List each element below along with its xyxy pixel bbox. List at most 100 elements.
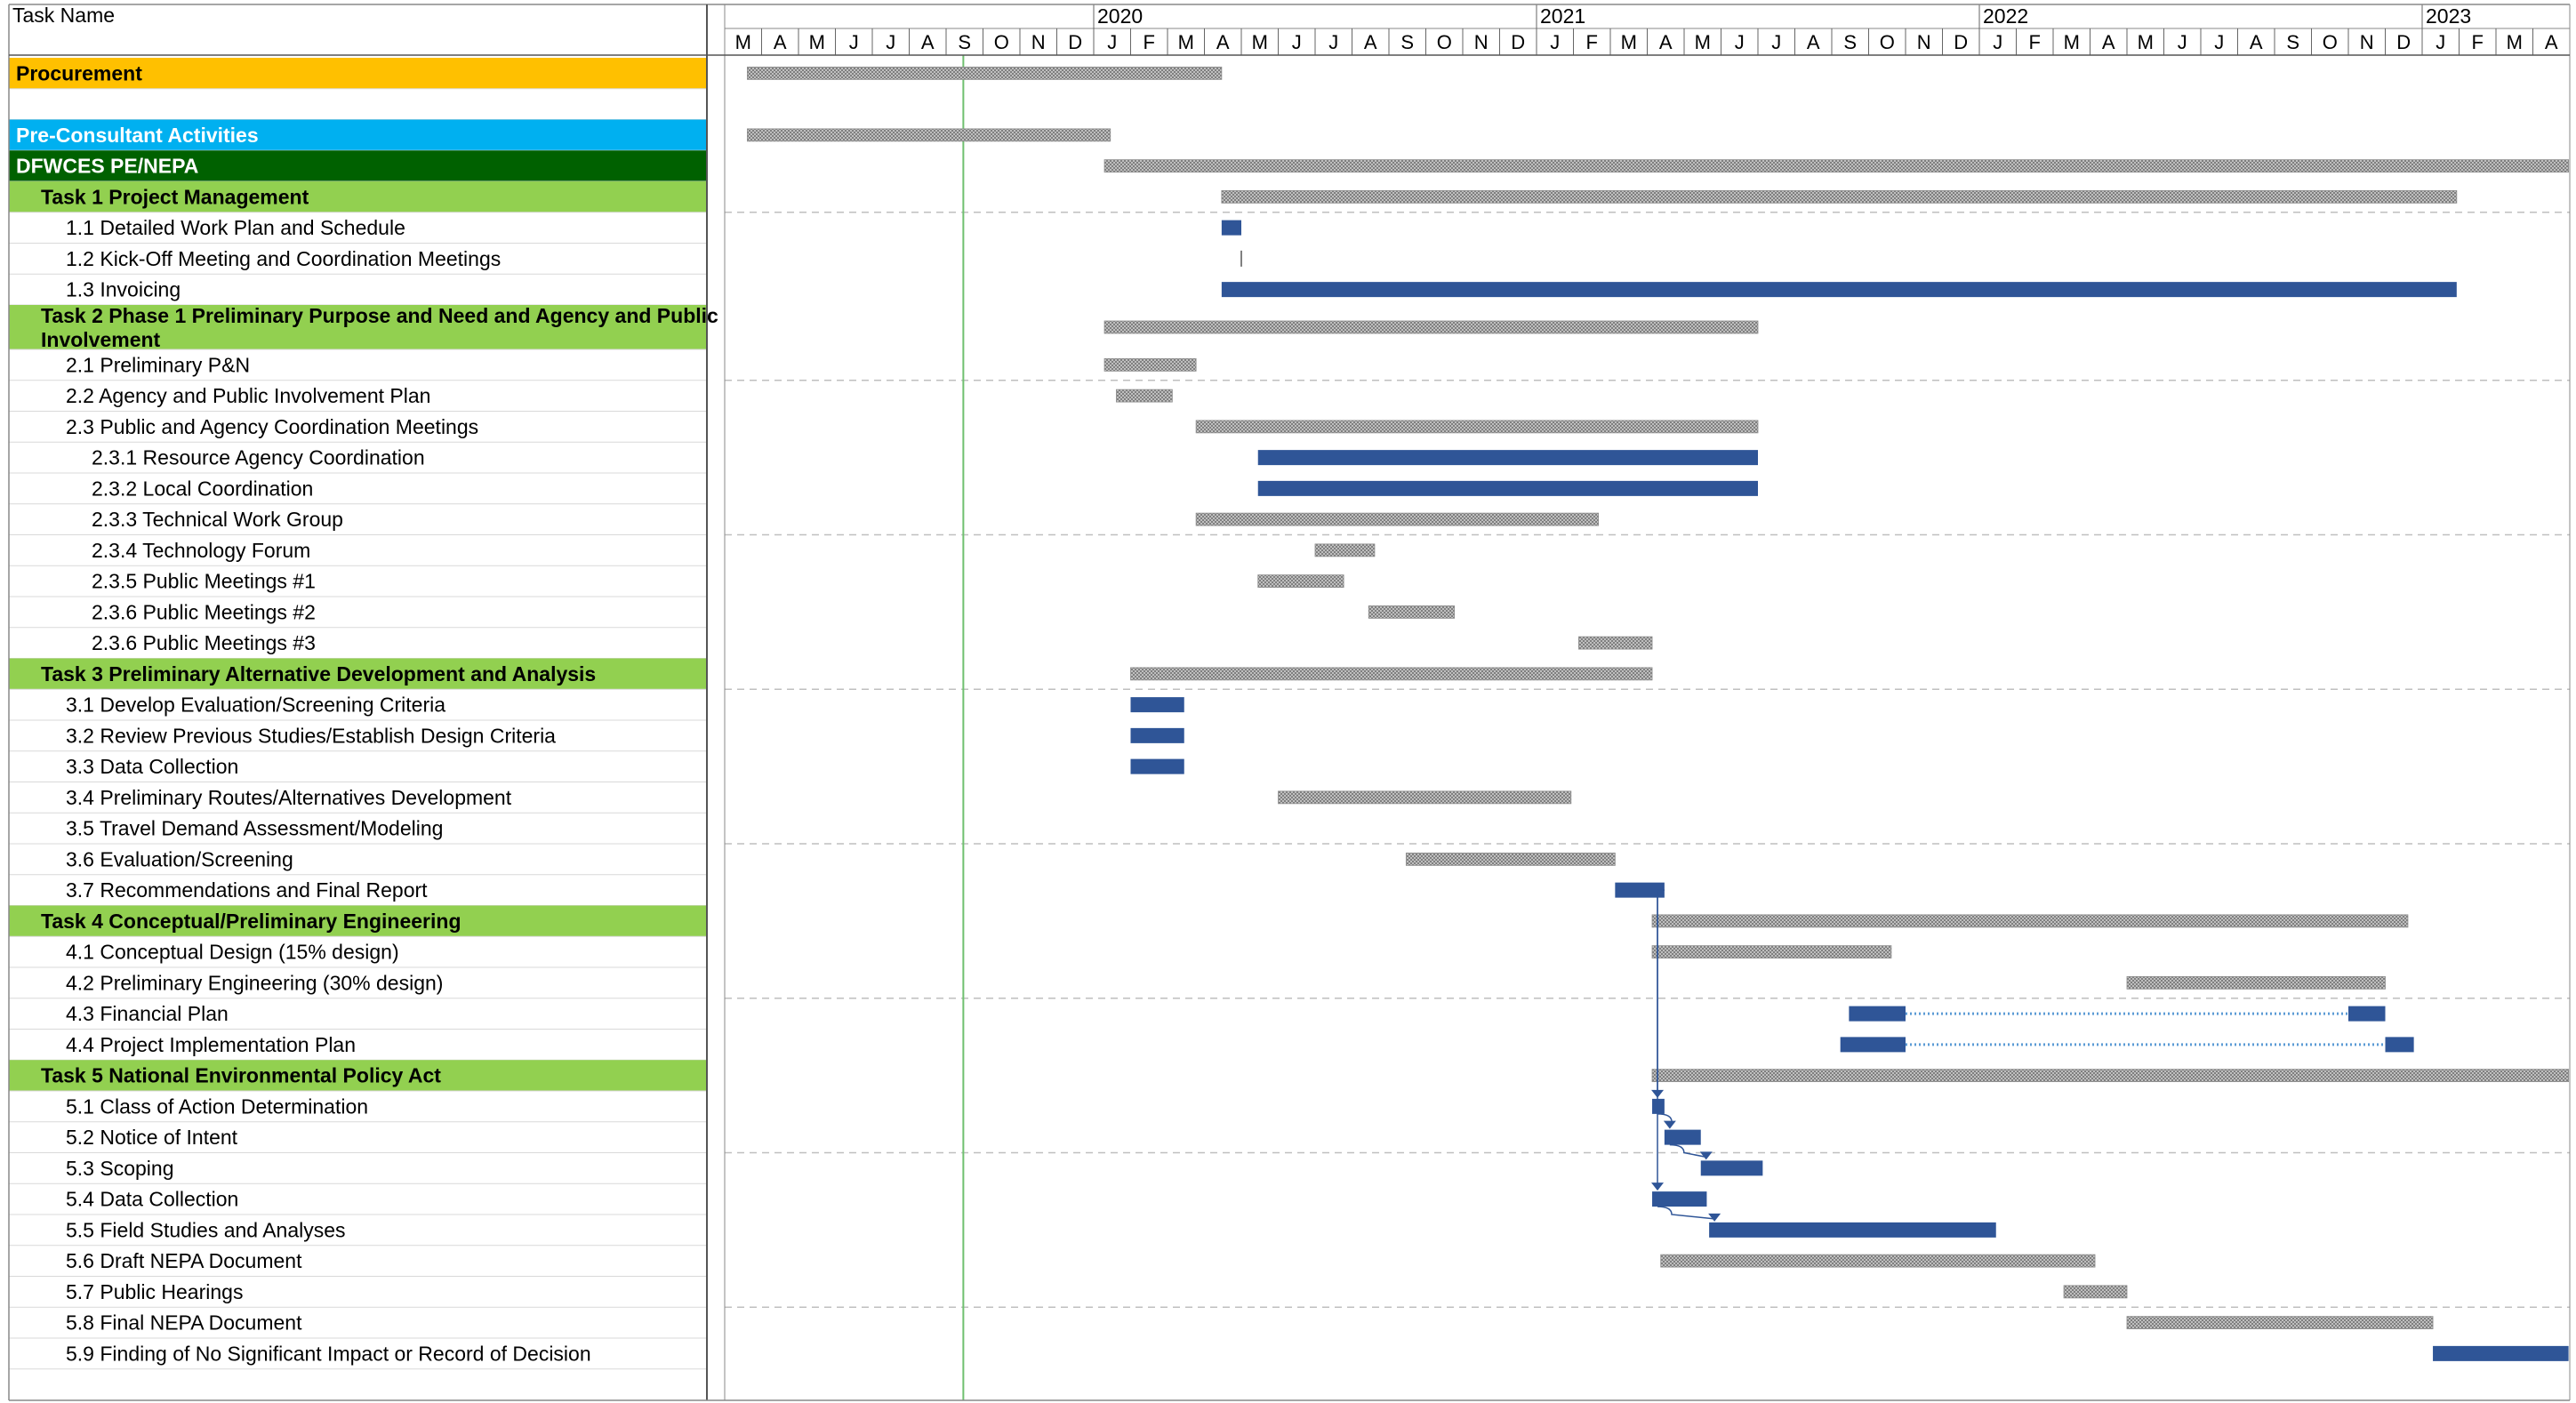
column-header-task-name: Task Name (12, 4, 115, 27)
summary-bar (1405, 852, 1616, 866)
summary-bar (2063, 1285, 2128, 1299)
task-bar (2348, 1006, 2386, 1022)
task-label: 5.1 Class of Action Determination (66, 1094, 368, 1118)
month-tick-label: J (849, 31, 859, 53)
task-label-line: Task 2 Phase 1 Preliminary Purpose and N… (41, 304, 718, 327)
month-tick-label: F (1144, 31, 1155, 53)
task-bar (1130, 758, 1184, 774)
task-label: 4.2 Preliminary Engineering (30% design) (66, 971, 443, 994)
month-tick-label: A (921, 31, 935, 53)
summary-bar (747, 66, 1223, 80)
task-label: 3.4 Preliminary Routes/Alternatives Deve… (66, 786, 512, 809)
month-tick-label: A (2250, 31, 2263, 53)
task-label: 2.2 Agency and Public Involvement Plan (66, 384, 430, 407)
summary-bar (1221, 189, 2458, 204)
task-label: Pre-Consultant Activities (16, 124, 259, 147)
month-tick-label: S (2286, 31, 2299, 53)
task-bar (2385, 1037, 2414, 1053)
month-tick-label: S (1400, 31, 1414, 53)
month-tick-label: S (958, 31, 971, 53)
task-label: Task 5 National Environmental Policy Act (41, 1064, 441, 1087)
month-tick-label: J (1292, 31, 1302, 53)
month-tick-label: D (1068, 31, 1082, 53)
month-tick-label: J (1735, 31, 1745, 53)
task-bar (1257, 480, 1758, 496)
summary-bar (1103, 357, 1197, 372)
task-label: 2.3.1 Resource Agency Coordination (92, 446, 425, 469)
month-tick-label: M (735, 31, 751, 53)
month-tick-label: M (1178, 31, 1194, 53)
month-tick-label: N (1917, 31, 1931, 53)
task-bar (1652, 1098, 1665, 1114)
month-tick-label: F (1586, 31, 1598, 53)
month-tick-label: J (886, 31, 895, 53)
task-label: 2.3.5 Public Meetings #1 (92, 570, 316, 593)
task-label: 5.5 Field Studies and Analyses (66, 1218, 346, 1241)
task-bar (1652, 1191, 1707, 1207)
summary-bar (1116, 389, 1173, 403)
summary-bar (1103, 320, 1759, 334)
month-tick-label: A (1364, 31, 1377, 53)
task-label: 1.3 Invoicing (66, 278, 181, 301)
task-label: 3.1 Develop Evaluation/Screening Criteri… (66, 693, 445, 717)
month-tick-label: J (1550, 31, 1560, 53)
month-tick-label: J (1107, 31, 1117, 53)
month-tick-label: M (2064, 31, 2080, 53)
task-label: 2.3.6 Public Meetings #3 (92, 631, 316, 654)
task-bar (1700, 1160, 1763, 1176)
month-tick-label: J (2214, 31, 2224, 53)
task-label: 2.3.6 Public Meetings #2 (92, 600, 316, 623)
gantt-chart: Task Name 2020 2021 2022 2023M A M J J A S O N D J F M A M… (0, 0, 2576, 1403)
month-tick-label: M (1695, 31, 1711, 53)
summary-bar (1651, 1069, 2570, 1083)
month-tick-label: M (1252, 31, 1268, 53)
month-tick-label: A (774, 31, 787, 53)
task-label: 5.2 Notice of Intent (66, 1126, 238, 1149)
summary-bar (1651, 914, 2409, 928)
month-tick-label: M (1621, 31, 1637, 53)
task-label: 2.3.2 Local Coordination (92, 477, 313, 500)
month-tick-label: O (1880, 31, 1895, 53)
task-bar (2433, 1345, 2569, 1361)
task-label: Task 4 Conceptual/Preliminary Engineerin… (41, 910, 461, 933)
month-tick-label: J (1328, 31, 1338, 53)
month-tick-label: A (2102, 31, 2115, 53)
summary-bar (1578, 636, 1653, 650)
month-tick-label: D (2396, 31, 2411, 53)
summary-bar (1660, 1254, 2096, 1268)
month-tick-label: D (1511, 31, 1525, 53)
task-label: Procurement (16, 61, 142, 84)
task-label: 4.1 Conceptual Design (15% design) (66, 941, 399, 964)
task-label: 2.1 Preliminary P&N (66, 353, 250, 376)
summary-bar (1257, 574, 1344, 589)
summary-bar (1651, 945, 1892, 959)
task-label: 3.3 Data Collection (66, 755, 238, 778)
year-label: 2020 (1097, 4, 1143, 28)
month-tick-label: O (2323, 31, 2338, 53)
task-label: 5.4 Data Collection (66, 1188, 238, 1211)
task-label: 3.6 Evaluation/Screening (66, 847, 293, 870)
summary-bar (1195, 420, 1759, 434)
month-tick-label: A (1216, 31, 1230, 53)
month-tick-label: M (2507, 31, 2523, 53)
task-label: 5.6 Draft NEPA Document (66, 1249, 302, 1272)
task-label: 4.3 Financial Plan (66, 1002, 229, 1025)
task-bar (1709, 1222, 1996, 1238)
month-tick-label: A (1807, 31, 1820, 53)
task-bar (1840, 1037, 1906, 1053)
task-bar (1849, 1006, 1906, 1022)
month-tick-label: N (1474, 31, 1489, 53)
task-label: 5.8 Final NEPA Document (66, 1311, 302, 1335)
summary-bar (1195, 512, 1600, 526)
year-label: 2021 (1540, 4, 1585, 28)
month-tick-label: O (994, 31, 1009, 53)
task-label: 2.3.4 Technology Forum (92, 539, 310, 562)
summary-bar (1278, 790, 1572, 805)
task-label: 5.3 Scoping (66, 1157, 173, 1180)
month-tick-label: S (1843, 31, 1857, 53)
task-label: 1.1 Detailed Work Plan and Schedule (66, 216, 405, 239)
month-tick-label: N (2360, 31, 2374, 53)
task-label: 1.2 Kick-Off Meeting and Coordination Me… (66, 247, 501, 270)
task-label: 2.3 Public and Agency Coordination Meeti… (66, 415, 478, 438)
task-bar (1257, 450, 1758, 466)
